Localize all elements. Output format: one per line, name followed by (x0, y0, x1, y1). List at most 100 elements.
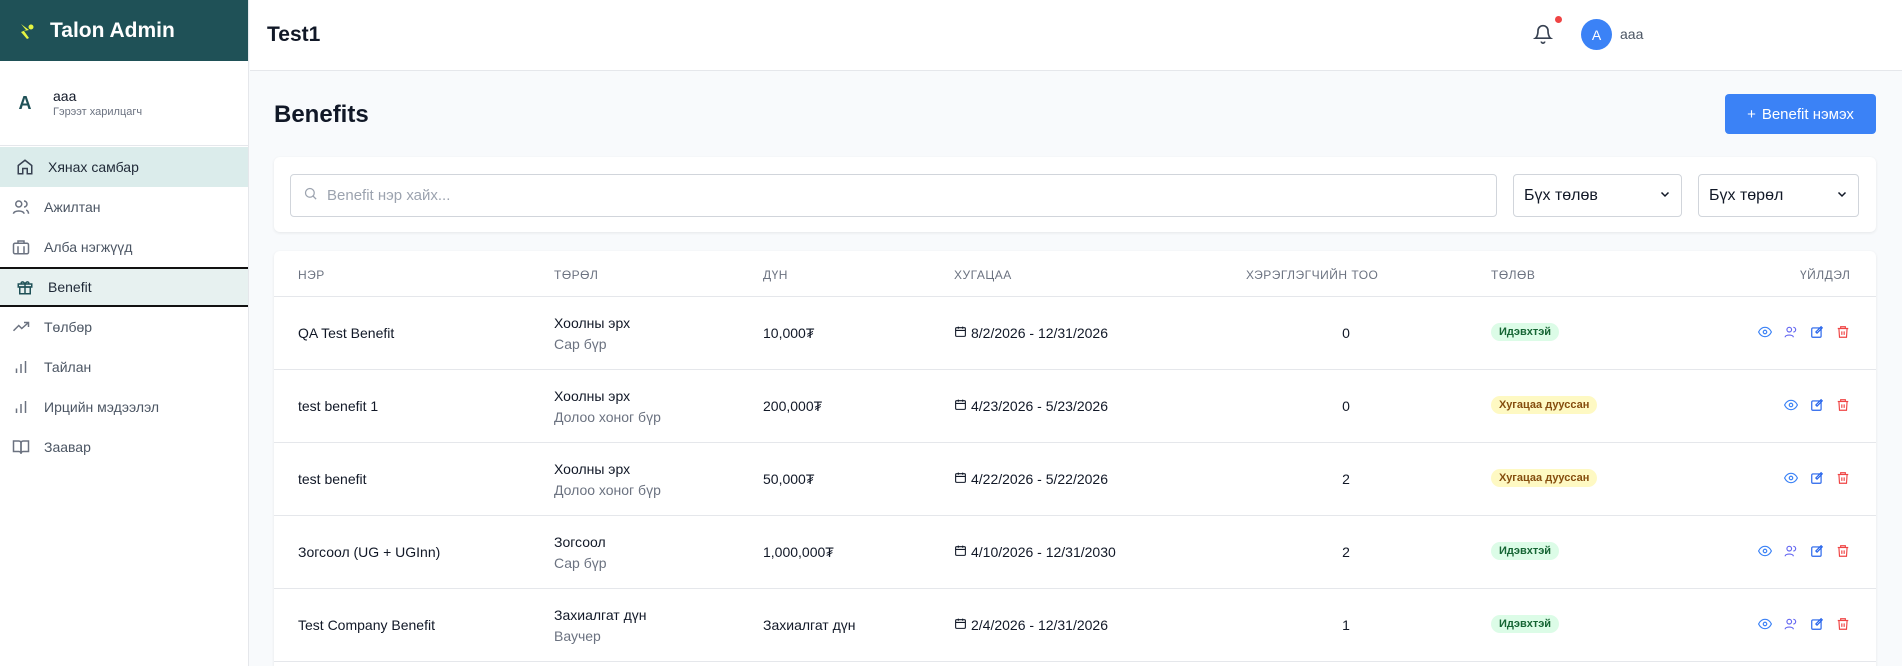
sidebar-item-label: Тайлан (44, 359, 92, 375)
add-benefit-button[interactable]: + Benefit нэмэх (1725, 94, 1876, 134)
sidebar-nav: Хянах самбар Ажилтан Алба нэгжүүд Benefi… (0, 147, 248, 467)
benefit-name: Зогсоол (UG + UGInn) (298, 544, 441, 560)
bar-chart-icon (11, 397, 31, 417)
calendar-icon (954, 398, 967, 414)
avatar-user-name[interactable]: aaa (1620, 26, 1643, 42)
view-icon[interactable] (1757, 543, 1772, 558)
page-title: Benefits (274, 101, 369, 128)
plus-icon: + (1747, 105, 1756, 123)
view-icon[interactable] (1783, 397, 1798, 412)
column-header-actions: ҮЙЛДЭЛ (1800, 268, 1851, 282)
column-header-name: НЭР (298, 268, 325, 282)
benefit-amount: 200,000₮ (763, 398, 823, 414)
search-input[interactable] (327, 187, 1496, 204)
benefit-duration: 4/22/2026 - 5/22/2026 (971, 471, 1109, 487)
sidebar-item-attendance[interactable]: Ирцийн мэдээлэл (0, 387, 248, 427)
sidebar-item-reports[interactable]: Тайлан (0, 347, 248, 387)
view-icon[interactable] (1757, 324, 1772, 339)
benefit-user-count: 2 (1342, 544, 1350, 560)
status-badge: Хугацаа дууссан (1491, 469, 1598, 487)
sidebar-item-label: Ирцийн мэдээлэл (44, 399, 160, 415)
benefit-type: Хоолны эрх (554, 461, 631, 477)
benefit-type-cell: Хоолны эрх Долоо хоног бүр (554, 388, 661, 425)
benefit-duration: 4/23/2026 - 5/23/2026 (971, 398, 1109, 414)
sidebar-item-benefit[interactable]: Benefit (0, 267, 248, 307)
edit-icon[interactable] (1809, 470, 1824, 485)
trash-icon[interactable] (1835, 397, 1850, 412)
sidebar-item-guide[interactable]: Заавар (0, 427, 248, 467)
sidebar-item-label: Төлбөр (44, 319, 93, 335)
benefit-duration-cell: 4/10/2026 - 12/31/2030 (954, 544, 1116, 560)
table-header: НЭР ТӨРӨЛ ДҮН ХУГАЦАА ХЭРЭГЛЭГЧИЙН ТОО Т… (274, 251, 1876, 297)
sidebar-item-payment[interactable]: Төлбөр (0, 307, 248, 347)
trash-icon[interactable] (1835, 543, 1850, 558)
benefit-name: test benefit (298, 471, 367, 487)
benefit-amount: 50,000₮ (763, 471, 815, 487)
benefit-amount: Захиалгат дүн (763, 617, 856, 633)
status-badge: Хугацаа дууссан (1491, 396, 1598, 414)
project-title: Test1 (267, 23, 321, 46)
users-icon[interactable] (1783, 324, 1798, 339)
benefit-name: QA Test Benefit (298, 325, 395, 341)
sidebar-item-label: Benefit (48, 279, 92, 295)
sidebar-item-label: Алба нэгжүүд (44, 239, 133, 255)
benefit-duration: 8/2/2026 - 12/31/2026 (971, 325, 1109, 341)
row-actions (1757, 616, 1850, 631)
status-badge: Идэвхтэй (1491, 323, 1560, 341)
trash-icon[interactable] (1835, 616, 1850, 631)
sidebar-item-employees[interactable]: Ажилтан (0, 187, 248, 227)
benefit-user-count: 2 (1342, 471, 1350, 487)
table-row: QA Test Benefit Хоолны эрх Сар бүр 10,000₮ 8… (274, 297, 1876, 370)
benefit-type: Захиалгат дүн (554, 607, 647, 623)
search-box[interactable] (290, 174, 1497, 217)
trash-icon[interactable] (1835, 324, 1850, 339)
benefit-duration: 2/4/2026 - 12/31/2026 (971, 617, 1109, 633)
benefit-duration-cell: 2/4/2026 - 12/31/2026 (954, 617, 1108, 633)
benefit-type-cell: Хоолны эрх Долоо хоног бүр (554, 461, 661, 498)
sidebar-item-label: Заавар (44, 439, 91, 455)
user-role: Гэрээт харилцагч (53, 106, 143, 118)
view-icon[interactable] (1757, 616, 1772, 631)
edit-icon[interactable] (1809, 543, 1824, 558)
bell-icon[interactable] (1532, 24, 1554, 44)
benefit-type-cell: Захиалгат дүн Ваучер (554, 607, 647, 644)
status-badge: Идэвхтэй (1491, 615, 1560, 633)
trash-icon[interactable] (1835, 470, 1850, 485)
benefit-frequency: Сар бүр (554, 336, 607, 352)
column-header-type: ТӨРӨЛ (554, 268, 599, 282)
avatar[interactable]: A (1581, 19, 1612, 50)
talon-logo-icon (16, 20, 38, 42)
building-icon (11, 237, 31, 257)
benefit-frequency: Ваучер (554, 628, 601, 644)
edit-icon[interactable] (1809, 616, 1824, 631)
benefit-duration: 4/10/2026 - 12/31/2030 (971, 544, 1116, 560)
sidebar-item-departments[interactable]: Алба нэгжүүд (0, 227, 248, 267)
gift-icon (15, 277, 35, 297)
users-icon[interactable] (1783, 616, 1798, 631)
column-header-status: ТӨЛӨВ (1491, 268, 1536, 282)
benefit-amount: 1,000,000₮ (763, 544, 834, 560)
users-icon[interactable] (1783, 543, 1798, 558)
sidebar-item-label: Хянах самбар (48, 159, 139, 175)
type-filter-select[interactable]: Бүх төрөл (1698, 174, 1859, 217)
chevron-down-icon (1659, 187, 1671, 205)
edit-icon[interactable] (1809, 397, 1824, 412)
column-header-users: ХЭРЭГЛЭГЧИЙН ТОО (1246, 268, 1379, 282)
brand-title: Talon Admin (50, 18, 175, 42)
sidebar-item-dashboard[interactable]: Хянах самбар (0, 147, 248, 187)
row-actions (1757, 324, 1850, 339)
table-row: test benefit Хоолны эрх Долоо хоног бүр 50,… (274, 443, 1876, 516)
status-filter-value: Бүх төлөв (1524, 186, 1598, 204)
user-name: aaa (53, 88, 77, 104)
row-actions (1783, 470, 1850, 485)
user-profile: A aaa Гэрээт харилцагч (0, 61, 248, 146)
table-row: Зогсоол (UG + UGInn) Зогсоол Сар бүр 1,000,… (274, 516, 1876, 589)
status-filter-select[interactable]: Бүх төлөв (1513, 174, 1682, 217)
view-icon[interactable] (1783, 470, 1798, 485)
benefit-frequency: Долоо хоног бүр (554, 409, 661, 425)
calendar-icon (954, 617, 967, 633)
benefit-duration-cell: 8/2/2026 - 12/31/2026 (954, 325, 1108, 341)
benefit-name: Test Company Benefit (298, 617, 435, 633)
sidebar-item-label: Ажилтан (44, 199, 101, 215)
edit-icon[interactable] (1809, 324, 1824, 339)
